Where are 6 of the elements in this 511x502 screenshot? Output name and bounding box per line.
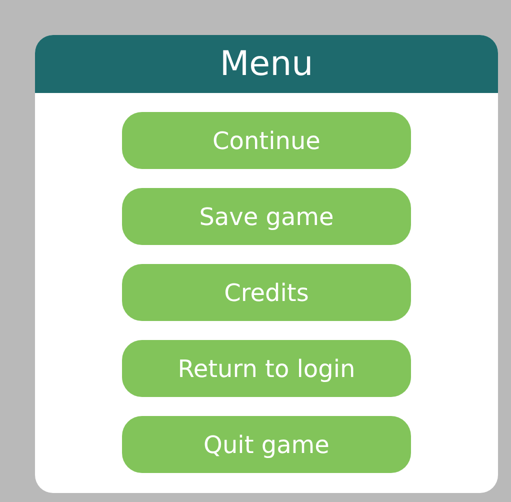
menu-title: Menu [220, 44, 314, 84]
menu-button[interactable]: Return to login [122, 340, 411, 397]
menu-button[interactable]: Quit game [122, 416, 411, 473]
menu-button[interactable]: Credits [122, 264, 411, 321]
menu-button[interactable]: Continue [122, 112, 411, 169]
menu-button[interactable]: Save game [122, 188, 411, 245]
